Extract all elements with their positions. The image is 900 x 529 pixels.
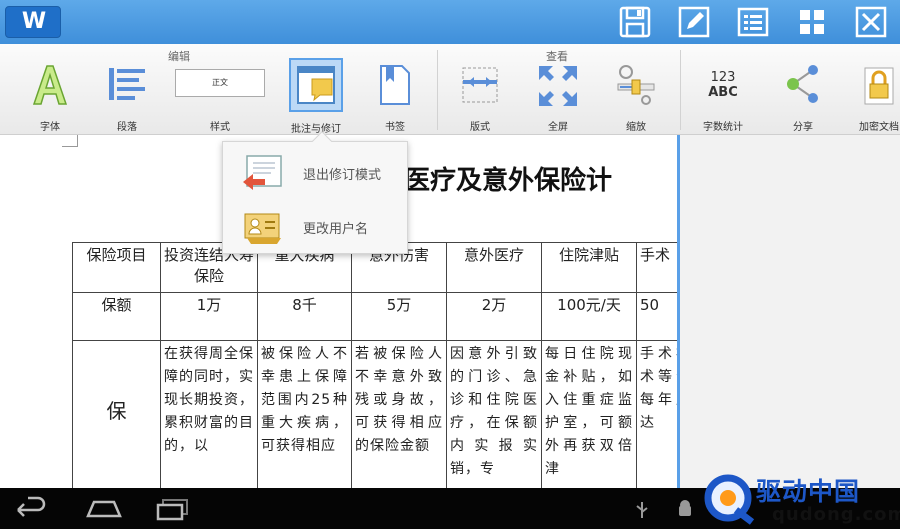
lock-icon (864, 67, 894, 105)
home-icon[interactable] (84, 496, 124, 522)
page-edge-bar (677, 135, 680, 488)
table-cell: 保险项目 (72, 242, 161, 293)
watermark-logo: 驱动中国 qudong.com (702, 470, 900, 529)
ribbon-style-button[interactable]: 正文 样式 (175, 60, 265, 133)
ribbon-label: 字体 (40, 122, 60, 133)
table-cell: 每日住院现金补贴，如入住重症监护室，可额外再获双倍津 (541, 340, 637, 488)
table-cell: 100元/天 (541, 292, 637, 341)
document-title: 医疗及意外保险计 (404, 166, 613, 196)
exit-revision-icon (243, 155, 282, 190)
zoom-icon (617, 65, 655, 105)
ribbon-label: 缩放 (626, 122, 646, 133)
ribbon-word-count-button[interactable]: 123 ABC 字数统计 (701, 60, 745, 133)
table-cell: 保额 (72, 292, 161, 341)
right-gutter (677, 135, 900, 488)
insurance-table: 保险项目 投资连结人寿保险 重大疾病 意外伤害 意外医疗 住院津贴 手术 保额 … (72, 242, 677, 488)
save-icon[interactable] (618, 5, 652, 39)
ribbon-comment-revision-button[interactable]: 批注与修订 (289, 58, 343, 135)
word-count-icon-letters: ABC (708, 85, 738, 100)
ribbon-share-button[interactable]: 分享 (783, 60, 823, 133)
menu-item-change-username[interactable]: 更改用户名 (223, 198, 409, 254)
share-icon (787, 65, 818, 103)
ribbon-label: 字数统计 (703, 122, 743, 133)
close-icon[interactable] (854, 5, 888, 39)
watermark-url: qudong.com (772, 504, 900, 525)
table-cell: 50 (636, 292, 677, 341)
usb-icon (636, 502, 648, 518)
table-cell: 手术 (636, 242, 677, 293)
table-row: 保额 1万 8千 5万 2万 100元/天 50 (72, 292, 677, 341)
ribbon-divider (680, 50, 681, 130)
ribbon-label: 全屏 (548, 122, 568, 133)
recent-apps-icon[interactable] (155, 496, 191, 522)
ribbon-divider (437, 50, 438, 130)
table-cell: 8千 (257, 292, 352, 341)
layout-icon (462, 67, 498, 103)
change-username-icon (244, 213, 281, 244)
title-bar: W (0, 0, 900, 44)
edit-icon[interactable] (677, 5, 711, 39)
grid-view-icon[interactable] (795, 5, 829, 39)
table-cell: 2万 (446, 292, 542, 341)
list-view-icon[interactable] (736, 5, 770, 39)
paragraph-icon (109, 68, 145, 100)
table-cell: 1万 (160, 292, 258, 341)
word-count-icon-digits: 123 (710, 70, 736, 85)
comment-icon (297, 66, 335, 104)
ribbon-zoom-button[interactable]: 缩放 (616, 60, 656, 133)
ribbon-label: 批注与修订 (291, 124, 341, 135)
wps-logo[interactable]: W (5, 6, 61, 38)
style-preview-text: 正文 (212, 78, 228, 87)
table-cell: 保 (72, 340, 161, 488)
ribbon-label: 样式 (210, 122, 230, 133)
ribbon-bookmark-button[interactable]: 书签 (378, 60, 412, 133)
ribbon-label: 分享 (793, 122, 813, 133)
table-cell: 手术补贴术等分，每年度可达 (636, 340, 677, 488)
table-cell: 住院津贴 (541, 242, 637, 293)
table-cell: 因意外引致的门诊、急诊和住院医疗，在保额内实报实销，专 (446, 340, 542, 488)
table-cell: 在获得周全保障的同时，实现长期投资，累积财富的目的，以 (160, 340, 258, 488)
watermark-q-icon (704, 474, 755, 525)
ribbon-font-button[interactable]: 字体 (30, 60, 70, 133)
table-cell: 若被保险人不幸意外致残或身故，可获得相应的保险金额 (351, 340, 447, 488)
font-icon (32, 65, 68, 105)
style-preview-box: 正文 (175, 69, 265, 97)
ribbon-toolbar: 编辑 查看 字体 段落 正文 样式 批注与修订 书签 版式 全屏 缩放 123 … (0, 44, 900, 135)
ribbon-paragraph-button[interactable]: 段落 (107, 60, 147, 133)
menu-item-label: 退出修订模式 (303, 168, 382, 183)
fullscreen-icon (539, 66, 577, 106)
android-debug-icon (679, 500, 691, 516)
ribbon-label: 版式 (470, 122, 490, 133)
ribbon-layout-button[interactable]: 版式 (460, 60, 500, 133)
logo-text: W (21, 9, 47, 34)
ribbon-encrypt-button[interactable]: 加密文档 (859, 60, 899, 133)
ribbon-label: 书签 (385, 122, 405, 133)
ribbon-fullscreen-button[interactable]: 全屏 (536, 60, 580, 133)
table-row: 保 在获得周全保障的同时，实现长期投资，累积财富的目的，以 被保险人不幸患上保障… (72, 340, 677, 488)
menu-item-label: 更改用户名 (303, 222, 369, 237)
table-cell: 被保险人不幸患上保障范围内25种重大疾病，可获得相应 (257, 340, 352, 488)
bookmark-icon (380, 65, 410, 105)
menu-item-exit-revision-mode[interactable]: 退出修订模式 (223, 144, 409, 200)
table-cell: 5万 (351, 292, 447, 341)
word-count-icon: 123 ABC (701, 70, 745, 100)
revision-popup-menu: 退出修订模式 更改用户名 (222, 131, 409, 254)
watermark-brand: 驱动中国 (756, 477, 861, 506)
ribbon-label: 加密文档 (859, 122, 899, 133)
back-icon[interactable] (14, 496, 48, 522)
table-cell: 意外医疗 (446, 242, 542, 293)
